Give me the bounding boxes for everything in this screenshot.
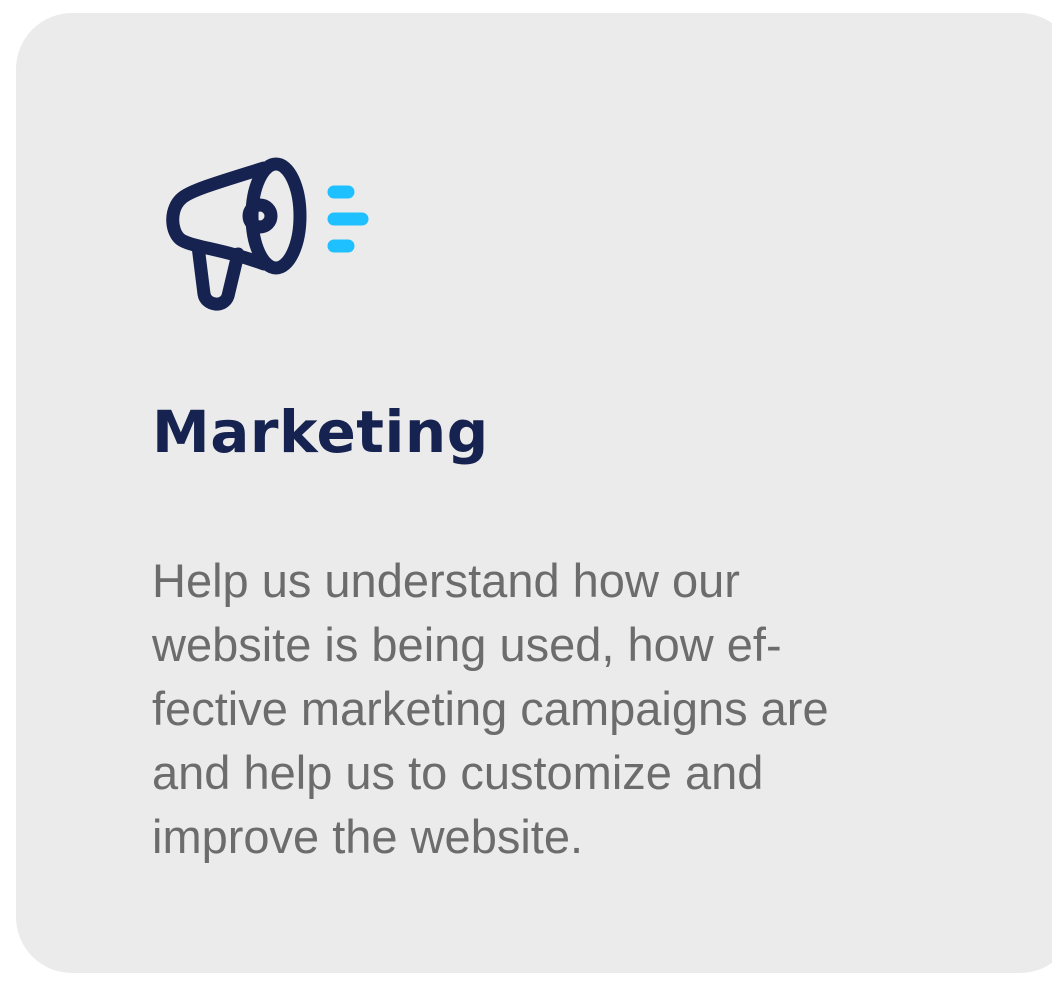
- description-line: fective marketing campaigns are: [152, 682, 829, 735]
- description-line: Help us understand how our: [152, 554, 740, 607]
- card-description: Help us understand how our website is be…: [152, 549, 952, 869]
- megaphone-icon: [152, 146, 372, 326]
- card-title: Marketing: [152, 398, 489, 466]
- description-line: improve the website.: [152, 810, 584, 863]
- marketing-card: Marketing Help us understand how our web…: [16, 13, 1052, 973]
- description-line: and help us to customize and: [152, 746, 764, 799]
- description-line: website is being used, how ef-: [152, 618, 782, 671]
